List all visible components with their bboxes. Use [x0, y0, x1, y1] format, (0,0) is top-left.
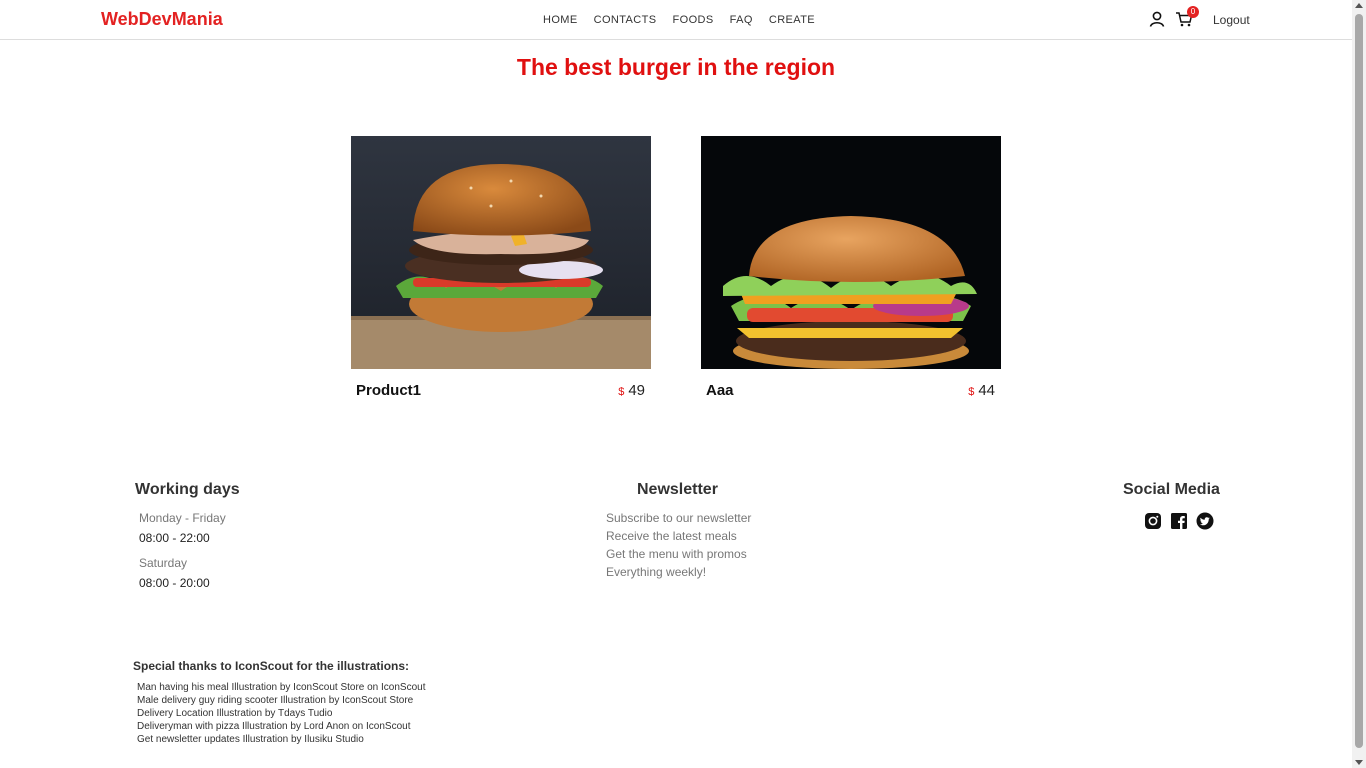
credit-item: Get newsletter updates Illustration by I…: [137, 734, 364, 745]
credits-list: Man having his meal Illustration by Icon…: [137, 681, 426, 746]
nav-link-faq[interactable]: FAQ: [730, 14, 753, 26]
thanks-title: Special thanks to IconScout for the illu…: [133, 659, 410, 673]
product-card[interactable]: Product1 $49: [351, 136, 651, 408]
newsletter-line: Subscribe to our newsletter: [606, 511, 752, 525]
weekdays-hours: 08:00 - 22:00: [139, 531, 210, 545]
scroll-down-arrow-icon[interactable]: [1355, 760, 1363, 765]
nav-link-contacts[interactable]: CONTACTS: [594, 14, 657, 26]
weekdays-label: Monday - Friday: [139, 511, 226, 525]
credit-item: Male delivery guy riding scooter Illustr…: [137, 695, 414, 706]
instagram-icon[interactable]: [1144, 512, 1162, 530]
newsletter-title: Newsletter: [637, 481, 718, 498]
social-media-title: Social Media: [1123, 481, 1220, 498]
page-scrollbar[interactable]: [1352, 0, 1366, 768]
credit-item: Delivery Location Illustration by Tdays …: [137, 708, 333, 719]
scroll-thumb[interactable]: [1355, 14, 1363, 748]
page-headline: The best burger in the region: [516, 54, 836, 80]
facebook-icon[interactable]: [1170, 512, 1188, 530]
nav-links: HOME CONTACTS FOODS FAQ CREATE: [543, 14, 831, 26]
saturday-label: Saturday: [139, 556, 188, 570]
product-price: $49: [618, 382, 645, 399]
product-name: Product1: [356, 382, 422, 399]
nav-link-foods[interactable]: FOODS: [673, 14, 714, 26]
product-price: $44: [968, 382, 995, 399]
currency-symbol: $: [618, 386, 625, 398]
cart-icon[interactable]: 0: [1175, 6, 1199, 28]
product-card[interactable]: Aaa $44: [701, 136, 1001, 408]
nav-icons: 0: [1148, 6, 1199, 28]
price-value: 44: [978, 382, 995, 399]
top-navbar: WebDevMania HOME CONTACTS FOODS FAQ CREA…: [0, 0, 1352, 40]
currency-symbol: $: [968, 386, 975, 398]
logout-link[interactable]: Logout: [1213, 13, 1250, 27]
scroll-up-arrow-icon[interactable]: [1355, 3, 1363, 8]
nav-link-create[interactable]: CREATE: [769, 14, 815, 26]
product-image-burger[interactable]: [351, 136, 651, 369]
nav-link-home[interactable]: HOME: [543, 14, 578, 26]
social-icons: [1144, 512, 1214, 530]
cart-count-badge: 0: [1187, 6, 1199, 18]
credit-item: Man having his meal Illustration by Icon…: [137, 682, 426, 693]
twitter-icon[interactable]: [1196, 512, 1214, 530]
brand-logo[interactable]: WebDevMania: [101, 9, 223, 30]
newsletter-line: Get the menu with promos: [606, 547, 747, 561]
saturday-hours: 08:00 - 20:00: [139, 576, 210, 590]
product-name: Aaa: [706, 382, 734, 399]
user-icon[interactable]: [1148, 10, 1166, 28]
newsletter-line: Everything weekly!: [606, 565, 707, 579]
working-days-title: Working days: [135, 481, 240, 498]
newsletter-line: Receive the latest meals: [606, 529, 737, 543]
price-value: 49: [628, 382, 645, 399]
credit-item: Deliveryman with pizza Illustration by L…: [137, 721, 411, 732]
product-image-burger[interactable]: [701, 136, 1001, 369]
